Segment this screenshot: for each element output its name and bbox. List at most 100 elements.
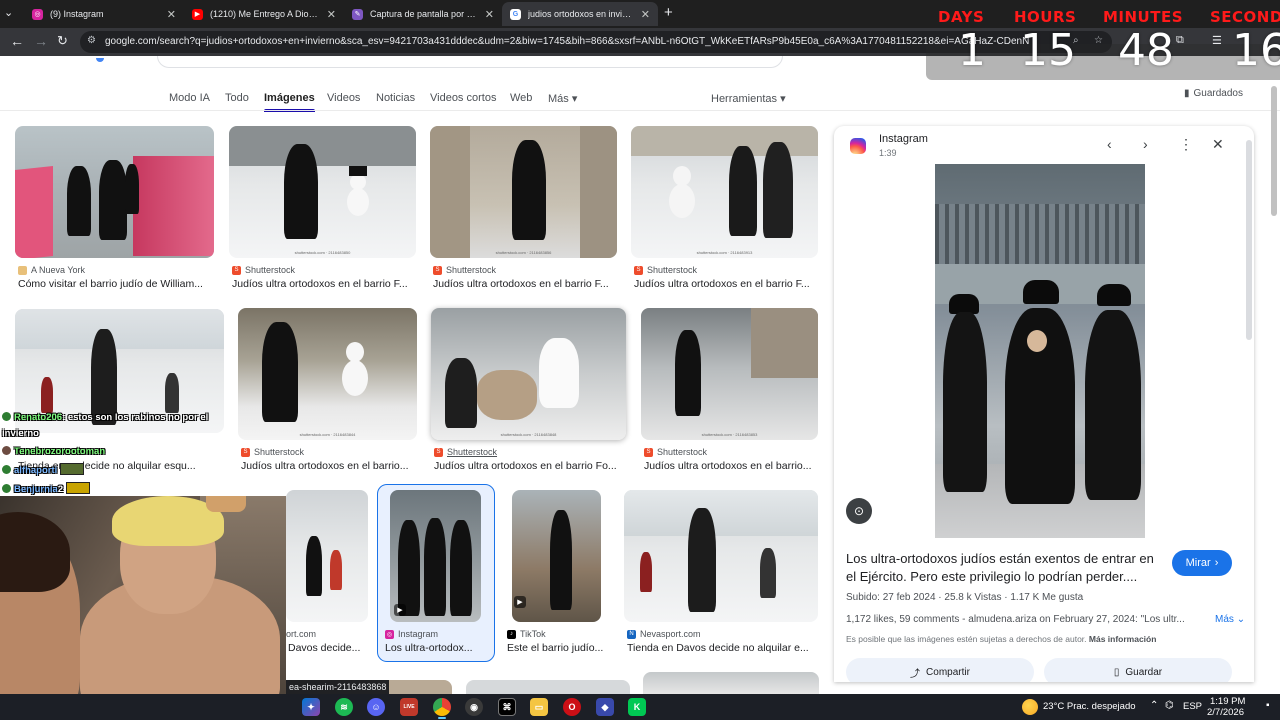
clock-date[interactable]: 2/7/2026 xyxy=(1207,707,1244,718)
chrome-icon[interactable] xyxy=(433,698,451,719)
site-info-icon[interactable]: ⚙ xyxy=(87,35,96,46)
preview-image[interactable] xyxy=(935,164,1145,538)
file-explorer-icon[interactable]: ▭ xyxy=(530,698,548,716)
capcut-icon[interactable]: ⌘ xyxy=(498,698,516,716)
more-link[interactable]: Más ⌄ xyxy=(1215,614,1245,625)
previous-icon[interactable]: ‹ xyxy=(1107,136,1112,152)
next-icon[interactable]: › xyxy=(1143,136,1148,152)
tab-mas[interactable]: Más ▾ xyxy=(548,92,577,105)
result-caption[interactable]: Judíos ultra ortodoxos en el barrio F... xyxy=(232,278,416,290)
chevron-up-icon[interactable]: ⌃ xyxy=(1150,700,1158,711)
language-indicator[interactable]: ESP xyxy=(1183,701,1202,712)
image-result[interactable]: ▶ ♪ TikTok Este el barrio judío... xyxy=(507,490,607,656)
obs-icon[interactable]: ◉ xyxy=(465,698,483,716)
tab-videos-cortos[interactable]: Videos cortos xyxy=(430,92,496,104)
app-icon[interactable]: ◆ xyxy=(596,698,614,716)
result-source[interactable]: ort.com xyxy=(286,629,316,639)
watch-button[interactable]: Mirar › xyxy=(1172,550,1232,576)
result-caption[interactable]: Judíos ultra ortodoxos en el barrio Fo..… xyxy=(434,460,626,472)
more-options-icon[interactable]: ⋮ xyxy=(1179,136,1193,153)
result-caption[interactable]: Judíos ultra ortodoxos en el barrio... xyxy=(241,460,417,472)
result-source[interactable]: S Shutterstock xyxy=(434,447,497,457)
spotify-icon[interactable]: ≋ xyxy=(335,698,353,716)
image-result[interactable]: A Nueva York Cómo visitar el barrio judí… xyxy=(15,126,215,292)
result-source[interactable]: S Shutterstock xyxy=(241,447,304,457)
result-source[interactable]: S Shutterstock xyxy=(232,265,295,275)
result-thumbnail[interactable]: shutterstock.com · 2116483848 xyxy=(431,308,626,440)
result-source[interactable]: N Nevasport.com xyxy=(627,629,701,639)
result-caption[interactable]: Judíos ultra ortodoxos en el barrio F... xyxy=(433,278,617,290)
page-scrollbar[interactable] xyxy=(1270,58,1278,688)
result-thumbnail[interactable]: ▶ xyxy=(512,490,601,622)
result-thumbnail[interactable] xyxy=(466,680,630,694)
result-thumbnail[interactable] xyxy=(624,490,818,622)
tab-instagram[interactable]: ◎ (9) Instagram ✕ xyxy=(24,2,184,26)
image-result-selected[interactable]: ▶ ◎ Instagram Los ultra-ortodox... xyxy=(377,484,495,662)
panel-scrollbar[interactable] xyxy=(1246,140,1252,340)
forward-icon[interactable]: → xyxy=(34,33,48,49)
image-result[interactable]: shutterstock.com · 2116483848 S Shutterst… xyxy=(431,308,627,474)
result-thumbnail[interactable]: shutterstock.com · 2116483913 xyxy=(631,126,818,258)
search-box[interactable] xyxy=(157,56,783,68)
discord-icon[interactable]: ☺ xyxy=(367,698,385,716)
reload-icon[interactable]: ↻ xyxy=(57,33,68,49)
result-thumbnail[interactable]: shutterstock.com · 2116483850 xyxy=(229,126,416,258)
close-icon[interactable]: ✕ xyxy=(485,8,494,21)
tab-search-icon[interactable]: ⌄ xyxy=(4,6,13,19)
tab-videos[interactable]: Videos xyxy=(327,92,360,104)
tab-noticias[interactable]: Noticias xyxy=(376,92,415,104)
result-caption[interactable]: Tienda en Davos decide no alquilar e... xyxy=(627,642,819,654)
share-button[interactable]: ⤴ Compartir xyxy=(846,658,1034,682)
back-icon[interactable]: ← xyxy=(10,33,24,49)
result-thumbnail[interactable]: ▶ xyxy=(390,490,481,622)
network-icon[interactable]: ⌬ xyxy=(1165,700,1174,711)
result-source[interactable]: ♪ TikTok xyxy=(507,629,546,639)
result-caption[interactable]: Davos decide... xyxy=(288,642,368,654)
new-tab-icon[interactable]: + xyxy=(664,4,673,21)
kick-icon[interactable]: K xyxy=(628,698,646,716)
image-result[interactable]: N Nevasport.com Tienda en Davos decide no… xyxy=(624,490,819,656)
result-source[interactable]: A Nueva York xyxy=(18,265,85,275)
tab-imagenes[interactable]: Imágenes xyxy=(264,92,315,112)
saved-button[interactable]: ▮ Guardados xyxy=(1184,88,1243,99)
more-info-link[interactable]: Más información xyxy=(1089,634,1157,644)
result-source[interactable]: S Shutterstock xyxy=(433,265,496,275)
preview-source[interactable]: Instagram xyxy=(879,133,928,145)
result-source[interactable]: ◎ Instagram xyxy=(385,629,438,639)
image-result[interactable]: shutterstock.com · 2116483853 S Shutterst… xyxy=(641,308,819,474)
result-caption[interactable]: Los ultra-ortodox... xyxy=(385,642,485,654)
result-source[interactable]: S Shutterstock xyxy=(644,447,707,457)
image-result[interactable]: shutterstock.com · 2116483913 S Shutterst… xyxy=(631,126,819,292)
tab-google-images[interactable]: G judios ortodoxos en invierno - B ✕ xyxy=(502,2,658,26)
tab-youtube[interactable]: ▶ (1210) Me Entrego A Dios - Kal ✕ xyxy=(184,2,344,26)
result-thumbnail[interactable]: shutterstock.com · 2116483853 xyxy=(641,308,818,440)
close-icon[interactable]: ✕ xyxy=(641,8,650,21)
tools-button[interactable]: Herramientas ▾ xyxy=(711,92,786,105)
image-result[interactable]: shutterstock.com · 2116483856 S Shutterst… xyxy=(430,126,618,292)
tab-modo-ia[interactable]: Modo IA xyxy=(169,92,210,104)
clock-time[interactable]: 1:19 PM xyxy=(1210,696,1245,707)
weather-text[interactable]: 23°C Prac. despejado xyxy=(1043,701,1136,712)
image-result[interactable]: shutterstock.com · 2116483844 S Shutterst… xyxy=(238,308,418,474)
opera-icon[interactable]: O xyxy=(563,698,581,716)
close-icon[interactable]: ✕ xyxy=(167,8,176,21)
notifications-icon[interactable]: ▪ xyxy=(1266,700,1270,711)
preview-title[interactable]: Los ultra-ortodoxos judíos están exentos… xyxy=(846,550,1166,586)
result-caption[interactable]: Este el barrio judío... xyxy=(507,642,605,654)
stream-app-icon[interactable]: LIVE xyxy=(400,698,418,716)
result-thumbnail[interactable]: shutterstock.com · 2116483856 xyxy=(430,126,617,258)
result-caption[interactable]: Judíos ultra ortodoxos en el barrio F... xyxy=(634,278,818,290)
result-caption[interactable]: Cómo visitar el barrio judío de William.… xyxy=(18,278,212,290)
result-thumbnail[interactable]: shutterstock.com · 2116483844 xyxy=(238,308,417,440)
image-result[interactable]: shutterstock.com · 2116483850 S Shutterst… xyxy=(229,126,417,292)
close-icon[interactable]: ✕ xyxy=(1212,136,1224,153)
tab-lightshot[interactable]: ✎ Captura de pantalla por Lightsh ✕ xyxy=(344,2,502,26)
result-source[interactable]: S Shutterstock xyxy=(634,265,697,275)
result-thumbnail[interactable] xyxy=(643,672,819,694)
copilot-icon[interactable]: ✦ xyxy=(302,698,320,716)
lens-search-icon[interactable]: ⊙ xyxy=(846,498,872,524)
page-scrollbar-thumb[interactable] xyxy=(1271,86,1277,216)
result-thumbnail[interactable] xyxy=(15,126,214,258)
tab-web[interactable]: Web xyxy=(510,92,532,104)
save-button[interactable]: ▯ Guardar xyxy=(1044,658,1232,682)
